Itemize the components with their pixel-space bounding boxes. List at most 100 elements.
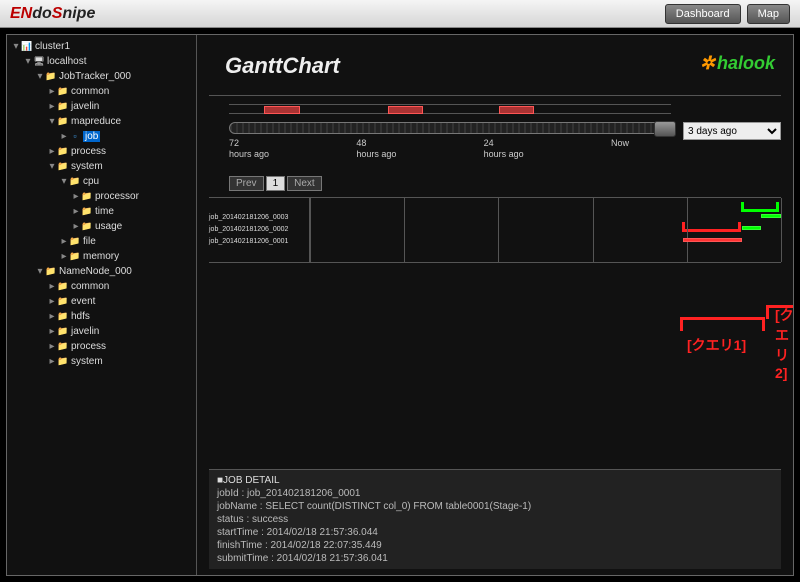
detail-line: startTime : 2014/02/18 21:57:36.044 — [217, 526, 773, 539]
tree-label[interactable]: job — [83, 131, 100, 142]
collapse-icon[interactable]: ▾ — [47, 114, 57, 129]
tree-item[interactable]: ▸javelin — [47, 99, 194, 114]
main-panel: ✲halook GanttChart 72hours ago48hours ag… — [197, 35, 793, 575]
page-icon — [69, 129, 81, 144]
app-header: ENdoSnipe Dashboard Map — [0, 0, 800, 28]
dashboard-button[interactable]: Dashboard — [665, 4, 741, 24]
tree-label[interactable]: javelin — [71, 101, 99, 112]
bracket-query2-top — [741, 202, 779, 212]
gantt-row-label: job_201402181206_0002 — [209, 224, 309, 236]
tree-item[interactable]: ▸ processor — [71, 189, 194, 204]
leaf-icon: ▸ — [59, 249, 69, 264]
bracket-query1-bot — [680, 317, 765, 331]
map-button[interactable]: Map — [747, 4, 790, 24]
tree-label[interactable]: cpu — [83, 176, 99, 187]
leaf-icon: ▸ — [47, 294, 57, 309]
tree-item[interactable]: ▸file — [59, 234, 194, 249]
tree-label[interactable]: usage — [95, 221, 122, 232]
tree-label[interactable]: system — [71, 161, 103, 172]
collapse-icon[interactable]: ▾ — [23, 54, 33, 69]
tree-item[interactable]: ▸ process — [47, 144, 194, 159]
tree-item[interactable]: ▸time — [71, 204, 194, 219]
tree-label[interactable]: hdfs — [71, 311, 90, 322]
leaf-icon: ▸ — [71, 189, 81, 204]
collapse-icon[interactable]: ▾ — [35, 264, 45, 279]
gantt-bar[interactable] — [761, 214, 781, 218]
tree-label[interactable]: localhost — [47, 56, 86, 67]
folder-icon — [57, 114, 69, 129]
gantt-bar[interactable] — [683, 238, 742, 242]
tree-label[interactable]: time — [95, 206, 114, 217]
leaf-icon: ▸ — [47, 84, 57, 99]
gantt-chart: job_201402181206_0003job_201402181206_00… — [209, 197, 781, 263]
tree-item[interactable]: ▾localhost▾JobTracker_000▸common▸javelin… — [23, 54, 194, 369]
gantt-bar[interactable] — [742, 226, 762, 230]
folder-icon — [57, 279, 69, 294]
tree-label[interactable]: NameNode_000 — [59, 266, 132, 277]
tree-label[interactable]: JobTracker_000 — [59, 71, 131, 82]
tree-item[interactable]: ▾NameNode_000▸common▸event▸hdfs▸javelin▸… — [35, 264, 194, 369]
detail-line: finishTime : 2014/02/18 22:07:35.449 — [217, 539, 773, 552]
slider-handle[interactable] — [654, 121, 676, 137]
tree-item[interactable]: ▸ process — [47, 339, 194, 354]
tree-item[interactable]: ▾system▾cpu▸processor▸time▸usage▸file▸me… — [47, 159, 194, 264]
tree-item[interactable]: ▾JobTracker_000▸common▸javelin▾mapreduce… — [35, 69, 194, 264]
leaf-icon: ▸ — [47, 144, 57, 159]
tree-label[interactable]: javelin — [71, 326, 99, 337]
tree-item[interactable]: ▸javelin — [47, 324, 194, 339]
tree-label[interactable]: system — [71, 356, 103, 367]
sun-icon: ✲ — [700, 53, 715, 73]
pager-prev[interactable]: Prev — [229, 176, 264, 191]
collapse-icon[interactable]: ▾ — [59, 174, 69, 189]
tree-label[interactable]: cluster1 — [35, 41, 70, 52]
tree-label[interactable]: common — [71, 86, 109, 97]
tree-item[interactable]: ▸ system — [47, 354, 194, 369]
gantt-row-label: job_201402181206_0003 — [209, 212, 309, 224]
halook-logo: ✲halook — [700, 53, 775, 74]
pager-page[interactable]: 1 — [266, 176, 286, 191]
time-slider[interactable] — [229, 122, 671, 134]
bracket-query1-top — [682, 222, 741, 232]
folder-icon — [57, 84, 69, 99]
leaf-icon: ▸ — [47, 354, 57, 369]
folder-icon — [57, 144, 69, 159]
tree-item[interactable]: ▸ hdfs — [47, 309, 194, 324]
tree-item[interactable]: ▾ cpu▸ processor ▸time▸usage — [59, 174, 194, 234]
tree-item[interactable]: ▾ mapreduce ▸job — [47, 114, 194, 144]
tick-label: 48hours ago — [356, 138, 416, 160]
tree-label[interactable]: file — [83, 236, 96, 247]
pager-next[interactable]: Next — [287, 176, 322, 191]
pager: Prev 1 Next — [229, 176, 793, 191]
folder-icon — [57, 294, 69, 309]
folder-icon — [69, 234, 81, 249]
sidebar-tree[interactable]: ▾cluster1▾localhost▾JobTracker_000▸commo… — [7, 35, 197, 575]
leaf-icon: ▸ — [47, 279, 57, 294]
folder-icon — [57, 309, 69, 324]
tick-label: 72hours ago — [229, 138, 289, 160]
collapse-icon[interactable]: ▾ — [35, 69, 45, 84]
tree-label[interactable]: mapreduce — [71, 116, 121, 127]
folder-icon — [57, 99, 69, 114]
tree-label[interactable]: process — [71, 146, 106, 157]
tree-item[interactable]: ▸ event — [47, 294, 194, 309]
folder-icon — [57, 354, 69, 369]
tree-item[interactable]: ▸job — [59, 129, 194, 144]
tree-label[interactable]: process — [71, 341, 106, 352]
tree-item[interactable]: ▸ memory — [59, 249, 194, 264]
tree-label[interactable]: event — [71, 296, 95, 307]
collapse-icon[interactable]: ▾ — [11, 39, 21, 54]
tick-label: 24hours ago — [484, 138, 544, 160]
folder-icon — [69, 174, 81, 189]
tree-item[interactable]: ▸ common — [47, 84, 194, 99]
tree-item[interactable]: ▸usage — [71, 219, 194, 234]
collapse-icon[interactable]: ▾ — [47, 159, 57, 174]
tree-label[interactable]: common — [71, 281, 109, 292]
leaf-icon: ▸ — [47, 309, 57, 324]
leaf-icon: ▸ — [47, 339, 57, 354]
tree-item[interactable]: ▸ common — [47, 279, 194, 294]
tree-label[interactable]: memory — [83, 251, 119, 262]
range-select[interactable]: 3 days ago — [683, 122, 781, 140]
detail-line: status : success — [217, 513, 773, 526]
tree-label[interactable]: processor — [95, 191, 139, 202]
tree-item[interactable]: ▾cluster1▾localhost▾JobTracker_000▸commo… — [11, 39, 194, 369]
